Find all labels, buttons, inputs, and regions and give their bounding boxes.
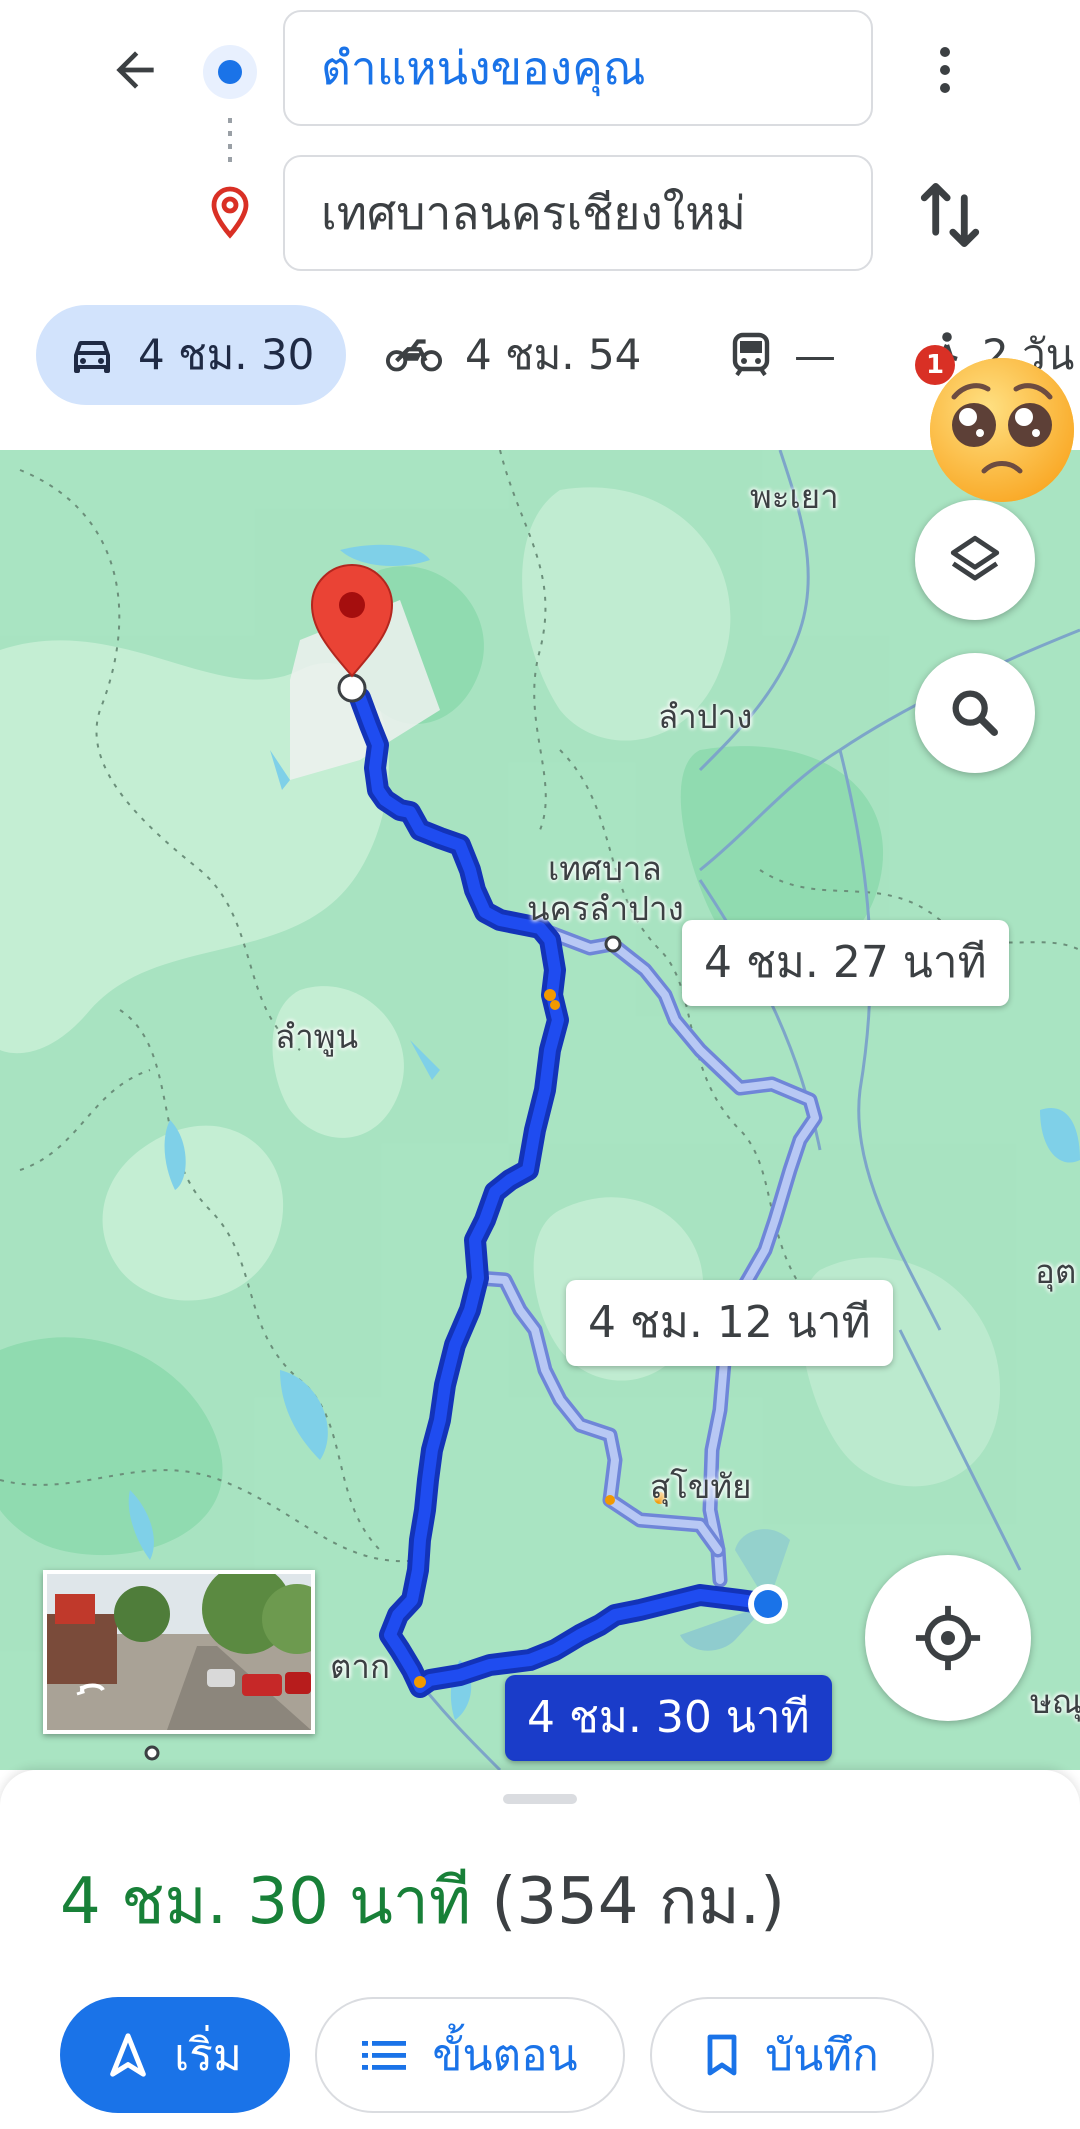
bookmark-icon [707, 2034, 737, 2076]
route-callout-selected[interactable]: 4 ชม. 30 นาที [505, 1675, 832, 1761]
train-icon [732, 332, 770, 377]
layers-button[interactable] [915, 500, 1035, 620]
list-icon [362, 2041, 407, 2070]
back-button[interactable] [95, 30, 175, 110]
search-along-route-button[interactable] [915, 653, 1035, 773]
street-view-image [47, 1574, 311, 1730]
swap-icon[interactable] [915, 175, 985, 255]
notification-badge: 1 [915, 345, 955, 385]
destination-field[interactable]: เทศบาลนครเชียงใหม่ [283, 155, 873, 271]
mode-motorbike-tab[interactable]: 4 ชม. 54 [385, 305, 641, 405]
navigation-arrow-icon [110, 2033, 146, 2077]
route-callout-alt1[interactable]: 4 ชม. 27 นาที [682, 920, 1009, 1006]
layers-icon [950, 535, 1000, 581]
place-label-phayao: พะเยา [750, 477, 839, 516]
search-icon [952, 690, 998, 736]
motorbike-icon [385, 339, 443, 372]
save-button[interactable]: บันทึก [650, 1997, 934, 2113]
city-marker [604, 935, 622, 953]
mode-car-tab[interactable]: 4 ชม. 30 [36, 305, 346, 405]
route-duration: 4 ชม. 30 นาที [60, 1865, 472, 1939]
crosshair-icon [915, 1605, 981, 1671]
route-distance: (354 กม.) [491, 1865, 786, 1939]
steps-button[interactable]: ขั้นตอน [315, 1997, 625, 2113]
route-summary-sheet[interactable]: 4 ชม. 30 นาที (354 กม.) เริ่ม ขั้นตอน บั… [0, 1770, 1080, 2129]
save-label: บันทึก [765, 2030, 879, 2081]
sheet-drag-handle[interactable] [503, 1794, 577, 1804]
start-label: เริ่ม [174, 2030, 242, 2081]
origin-dot-icon [203, 45, 257, 99]
steps-label: ขั้นตอน [432, 2030, 578, 2081]
car-icon [74, 341, 110, 373]
route-connector [228, 118, 232, 166]
mode-transit-duration: — [794, 330, 836, 380]
more-options-button[interactable] [925, 35, 965, 105]
mode-transit-tab[interactable]: — [730, 305, 836, 405]
place-label-sukhothai: สุโขทัย [650, 1467, 752, 1506]
place-label-lampang: ลำปาง [658, 697, 753, 736]
my-location-button[interactable] [865, 1555, 1031, 1721]
origin-field[interactable]: ตำแหน่งของคุณ [283, 10, 873, 126]
place-label-phitsanulok: ษณุ [1030, 1682, 1080, 1721]
route-callout-alt2[interactable]: 4 ชม. 12 นาที [566, 1280, 893, 1366]
route-summary: 4 ชม. 30 นาที (354 กม.) [60, 1850, 785, 1952]
mode-motorbike-duration: 4 ชม. 54 [465, 330, 642, 379]
street-view-thumbnail[interactable] [43, 1570, 315, 1734]
place-label-tak: ตาก [330, 1647, 390, 1686]
city-marker [144, 1745, 160, 1761]
start-navigation-button[interactable]: เริ่ม [60, 1997, 290, 2113]
place-label-lamphun: ลำพูน [275, 1017, 359, 1056]
place-label-lampang-city-2: นครลำปาง [527, 889, 684, 928]
map-view[interactable]: พะเยา ลำปาง เทศบาล นครลำปาง ลำพูน สุโขทั… [0, 450, 1080, 1770]
mode-car-duration: 4 ชม. 30 [138, 330, 315, 379]
destination-pin-icon [211, 186, 249, 239]
place-label-uttaradit: อุต [1035, 1252, 1077, 1291]
arrow-back-icon [116, 51, 154, 89]
